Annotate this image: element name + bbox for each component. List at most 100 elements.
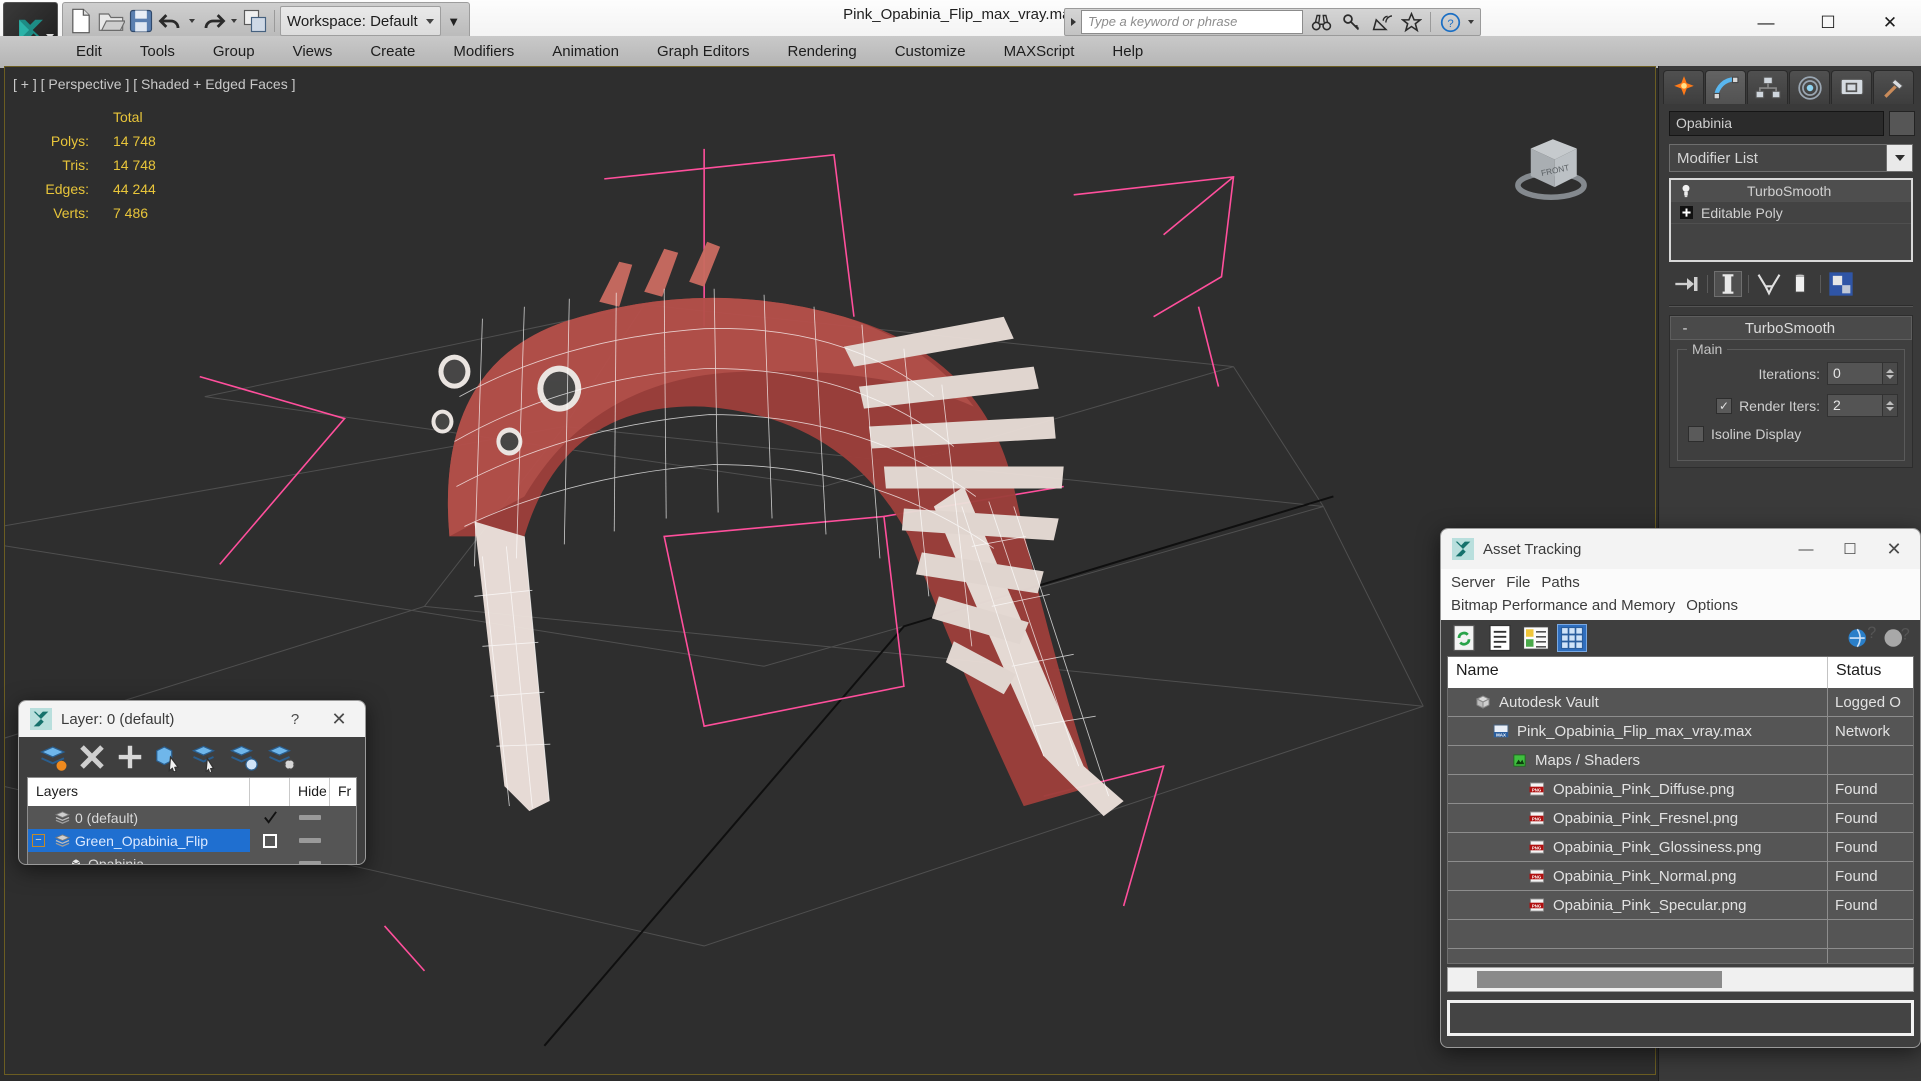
create-tab[interactable] <box>1663 70 1704 104</box>
key-icon[interactable] <box>1337 9 1365 35</box>
layer-current-cell[interactable] <box>250 833 290 848</box>
menu-item-rendering[interactable]: Rendering <box>768 36 875 68</box>
search-input[interactable]: Type a keyword or phrase <box>1081 10 1303 34</box>
motion-tab[interactable] <box>1789 70 1830 104</box>
column-header-status[interactable]: Status <box>1828 657 1913 688</box>
asset-name-cell[interactable]: PNG Opabinia_Pink_Specular.png <box>1448 891 1828 919</box>
asset-tracking-dialog[interactable]: Asset Tracking — ☐ ✕ Server File Paths Bit… <box>1440 528 1921 1048</box>
layer-dialog[interactable]: Layer: 0 (default) ? ✕ Layers Hide Fr 0 … <box>18 700 366 865</box>
save-icon[interactable] <box>127 6 155 36</box>
asset-maximize-button[interactable]: ☐ <box>1828 530 1872 568</box>
menu-item-modifiers[interactable]: Modifiers <box>434 36 533 68</box>
plus-box-icon[interactable] <box>1677 204 1695 222</box>
help-network-icon[interactable]: ? <box>1846 624 1876 652</box>
iterations-value[interactable]: 0 <box>1827 362 1883 385</box>
help-icon[interactable]: ? <box>1436 9 1464 35</box>
stack-item-editable-poly[interactable]: Editable Poly <box>1671 202 1911 224</box>
search-expand-caret[interactable] <box>1065 9 1081 35</box>
render-iters-checkbox[interactable]: ✓ <box>1716 397 1733 414</box>
menu-item-animation[interactable]: Animation <box>533 36 638 68</box>
render-iters-arrows[interactable] <box>1883 394 1898 417</box>
object-name-field[interactable]: Opabinia <box>1669 111 1884 136</box>
asset-row[interactable]: Autodesk Vault Logged O <box>1448 688 1913 717</box>
chevron-down-icon[interactable] <box>1886 145 1912 171</box>
asset-row[interactable]: Maps / Shaders <box>1448 746 1913 775</box>
stack-item-turbosmooth[interactable]: TurboSmooth <box>1671 180 1911 202</box>
isoline-display-checkbox[interactable] <box>1688 426 1704 442</box>
asset-row[interactable]: PNG Opabinia_Pink_Specular.png Found <box>1448 891 1913 920</box>
set-current-icon[interactable] <box>229 743 259 771</box>
undo-dropdown-caret[interactable] <box>187 6 197 36</box>
layer-list[interactable]: Layers Hide Fr 0 (default) − Green_Opabini… <box>27 777 357 864</box>
menu-item-graph-editors[interactable]: Graph Editors <box>638 36 769 68</box>
layer-row[interactable]: Opabinia <box>28 852 356 864</box>
star-icon[interactable] <box>1397 9 1425 35</box>
set-reference-icon[interactable] <box>241 6 269 36</box>
asset-minimize-button[interactable]: — <box>1784 530 1828 568</box>
redo-icon[interactable] <box>199 6 227 36</box>
layer-current-cell[interactable] <box>250 810 290 825</box>
asset-name-cell[interactable] <box>1448 920 1828 948</box>
layer-name-cell[interactable]: − Green_Opabinia_Flip <box>28 829 250 852</box>
asset-list[interactable]: Name Status Autodesk Vault Logged O MAX Pin… <box>1447 656 1914 964</box>
asset-row[interactable]: MAX Pink_Opabinia_Flip_max_vray.max Networ… <box>1448 717 1913 746</box>
layer-row[interactable]: 0 (default) <box>28 806 356 829</box>
menu-item-customize[interactable]: Customize <box>876 36 985 68</box>
select-objects-icon[interactable] <box>153 743 183 772</box>
menu-item-maxscript[interactable]: MAXScript <box>985 36 1094 68</box>
list-view-icon[interactable] <box>1485 624 1515 652</box>
asset-name-cell[interactable]: Autodesk Vault <box>1448 688 1828 716</box>
layer-hide-cell[interactable] <box>290 838 330 843</box>
menu-item-group[interactable]: Group <box>194 36 274 68</box>
iterations-arrows[interactable] <box>1883 362 1898 385</box>
display-tab[interactable] <box>1831 70 1872 104</box>
asset-menu-file[interactable]: File <box>1506 571 1541 594</box>
asset-name-cell[interactable]: PNG Opabinia_Pink_Glossiness.png <box>1448 833 1828 861</box>
asset-menu-paths[interactable]: Paths <box>1541 571 1590 594</box>
layer-row[interactable]: − Green_Opabinia_Flip <box>28 829 356 852</box>
asset-row[interactable]: PNG Opabinia_Pink_Normal.png Found <box>1448 862 1913 891</box>
show-end-result-icon[interactable] <box>1714 271 1742 297</box>
grid-view-icon[interactable] <box>1557 624 1587 652</box>
asset-row[interactable] <box>1448 920 1913 949</box>
layer-help-button[interactable]: ? <box>273 701 317 738</box>
details-view-icon[interactable] <box>1521 624 1551 652</box>
column-header-hide[interactable]: Hide <box>290 778 330 806</box>
menu-item-tools[interactable]: Tools <box>121 36 194 68</box>
workspace-selector[interactable]: Workspace: Default <box>280 6 441 36</box>
satellite-dish-icon[interactable] <box>1367 9 1395 35</box>
help-dropdown-caret[interactable] <box>1466 7 1476 37</box>
layer-hide-cell[interactable] <box>290 815 330 820</box>
render-iters-spinner[interactable]: 2 <box>1827 394 1898 417</box>
asset-close-button[interactable]: ✕ <box>1872 530 1916 568</box>
column-header-current[interactable] <box>250 778 290 806</box>
undo-icon[interactable] <box>157 6 185 36</box>
light-bulb-icon[interactable] <box>1677 182 1695 200</box>
add-selection-icon[interactable] <box>115 743 145 771</box>
remove-modifier-icon[interactable] <box>1786 271 1814 297</box>
make-unique-icon[interactable] <box>1755 271 1783 297</box>
layer-name-cell[interactable]: 0 (default) <box>28 806 250 829</box>
pin-stack-icon[interactable] <box>1673 271 1701 297</box>
open-file-icon[interactable] <box>97 6 125 36</box>
layer-close-button[interactable]: ✕ <box>317 701 361 738</box>
asset-menu-server[interactable]: Server <box>1451 571 1506 594</box>
delete-layer-icon[interactable] <box>77 743 107 771</box>
modifier-stack[interactable]: TurboSmooth Editable Poly <box>1669 178 1913 262</box>
select-highlight-icon[interactable] <box>191 743 221 772</box>
scrollbar-thumb[interactable] <box>1477 971 1722 988</box>
layer-hide-cell[interactable] <box>290 861 330 864</box>
layer-name-cell[interactable]: Opabinia <box>28 852 250 864</box>
help-query-icon[interactable]: ? <box>1882 624 1912 652</box>
menu-item-views[interactable]: Views <box>274 36 352 68</box>
layer-expander-icon[interactable]: − <box>32 834 45 847</box>
rollout-header[interactable]: - TurboSmooth <box>1670 316 1912 340</box>
perspective-viewport[interactable]: [ + ] [ Perspective ] [ Shaded + Edged F… <box>4 66 1656 1075</box>
asset-row[interactable]: PNG Opabinia_Pink_Diffuse.png Found <box>1448 775 1913 804</box>
asset-row[interactable]: PNG Opabinia_Pink_Glossiness.png Found <box>1448 833 1913 862</box>
layer-properties-icon[interactable] <box>267 743 297 771</box>
configure-sets-icon[interactable] <box>1827 271 1855 297</box>
asset-list-hscrollbar[interactable] <box>1447 967 1914 992</box>
asset-name-cell[interactable]: PNG Opabinia_Pink_Normal.png <box>1448 862 1828 890</box>
column-header-freeze[interactable]: Fr <box>330 778 356 806</box>
